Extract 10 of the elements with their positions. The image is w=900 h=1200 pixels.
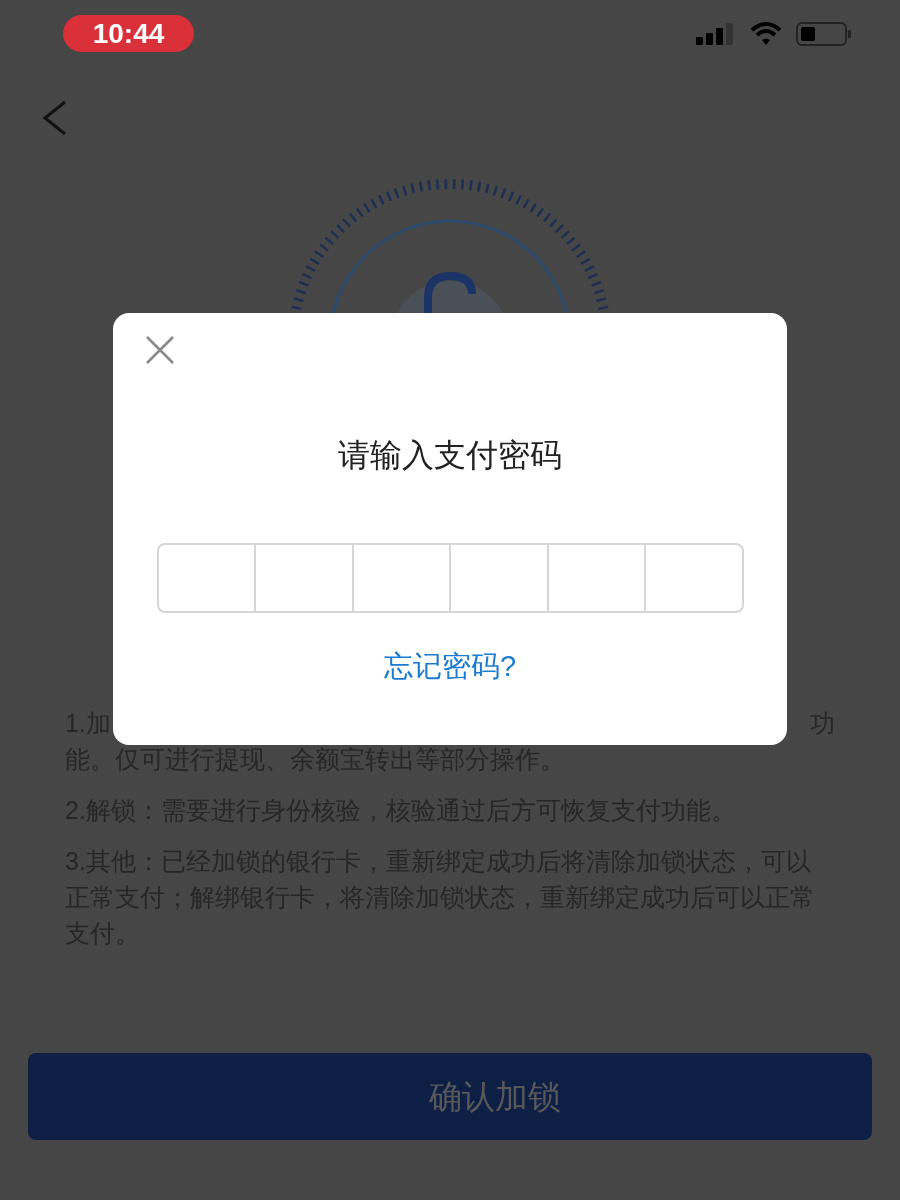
battery-icon xyxy=(796,21,852,46)
signal-icon xyxy=(696,22,736,45)
confirm-lock-button[interactable]: 确认加锁 xyxy=(28,1053,872,1140)
password-field[interactable] xyxy=(156,543,744,613)
wifi-icon xyxy=(750,21,782,46)
dialog-title: 请输入支付密码 xyxy=(338,436,562,475)
close-icon[interactable] xyxy=(145,335,175,365)
status-time: 10:44 xyxy=(63,15,194,52)
forgot-password-link[interactable]: 忘记密码? xyxy=(383,645,517,689)
back-icon[interactable] xyxy=(42,100,68,136)
